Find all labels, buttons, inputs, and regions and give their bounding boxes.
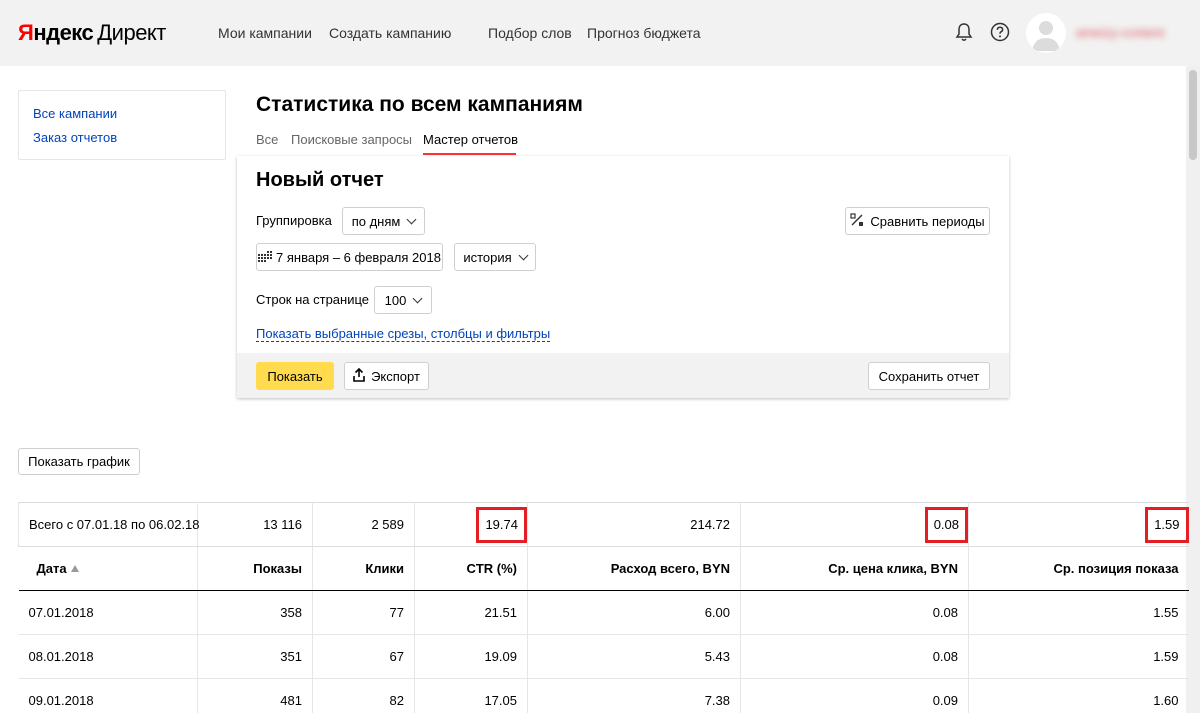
table-row: 07.01.2018 358 77 21.51 6.00 0.08 1.55 xyxy=(18,590,1189,635)
compare-periods-icon xyxy=(850,212,864,230)
sidebar: Все кампании Заказ отчетов xyxy=(18,90,226,160)
top-header: Яндекс Директ Мои кампании Создать кампан… xyxy=(0,0,1200,66)
column-header-date[interactable]: Дата xyxy=(18,546,198,591)
nav-create-campaign[interactable]: Создать кампанию xyxy=(329,24,451,42)
cell-avg-position: 1.55 xyxy=(968,590,1189,635)
cell-ctr: 19.09 xyxy=(414,634,528,679)
cell-spend: 7.38 xyxy=(527,678,741,713)
tab-all[interactable]: Все xyxy=(256,132,278,148)
cell-date: 08.01.2018 xyxy=(18,634,198,679)
column-header-date-label: Дата xyxy=(36,561,67,576)
totals-ctr-cell: 19.74 xyxy=(414,502,528,547)
column-header-impressions[interactable]: Показы xyxy=(197,546,313,591)
column-header-ctr[interactable]: CTR (%) xyxy=(414,546,528,591)
sidebar-item-all-campaigns[interactable]: Все кампании xyxy=(33,106,117,121)
username[interactable]: ameizy-content xyxy=(1076,25,1164,40)
table-row: 09.01.2018 481 82 17.05 7.38 0.09 1.60 xyxy=(18,678,1189,713)
chevron-down-icon xyxy=(406,214,417,224)
chevron-down-icon xyxy=(518,250,529,260)
table-row: 08.01.2018 351 67 19.09 5.43 0.08 1.59 xyxy=(18,634,1189,679)
cell-spend: 6.00 xyxy=(527,590,741,635)
grouping-select[interactable]: по дням xyxy=(342,207,425,235)
cell-avg-cpc: 0.08 xyxy=(740,634,969,679)
bell-icon[interactable] xyxy=(953,21,975,43)
cell-avg-cpc: 0.09 xyxy=(740,678,969,713)
cell-date: 09.01.2018 xyxy=(18,678,198,713)
sidebar-item-order-reports[interactable]: Заказ отчетов xyxy=(33,130,117,145)
show-filters-link[interactable]: Показать выбранные срезы, столбцы и филь… xyxy=(256,326,551,342)
column-header-clicks[interactable]: Клики xyxy=(312,546,415,591)
report-title: Новый отчет xyxy=(256,169,384,191)
cell-clicks: 82 xyxy=(312,678,415,713)
calendar-icon xyxy=(258,250,273,265)
cell-ctr: 21.51 xyxy=(414,590,528,635)
compare-periods-label: Сравнить периоды xyxy=(870,213,985,229)
grouping-value: по дням xyxy=(351,213,401,229)
totals-clicks: 2 589 xyxy=(312,502,415,547)
scrollbar-thumb[interactable] xyxy=(1189,70,1197,160)
export-label: Экспорт xyxy=(371,368,420,384)
cell-impressions: 351 xyxy=(197,634,313,679)
active-tab-indicator xyxy=(423,153,516,155)
tab-report-wizard[interactable]: Мастер отчетов xyxy=(423,132,518,148)
logo-brand: Яндекс xyxy=(18,20,94,45)
help-icon[interactable] xyxy=(989,21,1011,43)
date-range-picker[interactable]: 7 января – 6 февраля 2018 xyxy=(256,243,443,271)
compare-periods-button[interactable]: Сравнить периоды xyxy=(845,207,990,235)
show-chart-button[interactable]: Показать график xyxy=(18,448,140,475)
nav-budget-forecast[interactable]: Прогноз бюджета xyxy=(587,24,701,42)
totals-spend: 214.72 xyxy=(527,502,741,547)
save-report-button[interactable]: Сохранить отчет xyxy=(868,362,990,390)
nav-my-campaigns[interactable]: Мои кампании xyxy=(218,24,312,42)
totals-row: Всего с 07.01.18 по 06.02.18 13 116 2 58… xyxy=(18,502,1189,547)
cell-avg-cpc: 0.08 xyxy=(740,590,969,635)
totals-avg-position-cell: 1.59 xyxy=(968,502,1189,547)
statistics-table: Всего с 07.01.18 по 06.02.18 13 116 2 58… xyxy=(18,502,1189,713)
history-value: история xyxy=(463,249,512,265)
cell-clicks: 77 xyxy=(312,590,415,635)
user-avatar[interactable] xyxy=(1026,13,1066,53)
cell-avg-position: 1.60 xyxy=(968,678,1189,713)
cell-spend: 5.43 xyxy=(527,634,741,679)
cell-clicks: 67 xyxy=(312,634,415,679)
totals-impressions: 13 116 xyxy=(197,502,313,547)
sort-ascending-icon xyxy=(70,565,79,572)
yandex-direct-logo[interactable]: Яндекс Директ xyxy=(18,20,166,46)
show-report-button[interactable]: Показать xyxy=(256,362,334,390)
grouping-label: Группировка xyxy=(256,213,332,228)
history-select[interactable]: история xyxy=(454,243,536,271)
column-header-avg-position[interactable]: Ср. позиция показа xyxy=(968,546,1189,591)
column-header-spend[interactable]: Расход всего, BYN xyxy=(527,546,741,591)
table-header-row: Дата Показы Клики CTR (%) Расход всего, … xyxy=(18,546,1189,591)
logo-product: Директ xyxy=(97,20,166,45)
upload-icon xyxy=(353,367,365,385)
cell-impressions: 358 xyxy=(197,590,313,635)
chevron-down-icon xyxy=(412,293,423,303)
nav-keyword-selection[interactable]: Подбор слов xyxy=(488,24,572,42)
totals-avg-cpc: 0.08 xyxy=(924,506,968,543)
tab-search-queries[interactable]: Поисковые запросы xyxy=(291,132,412,148)
export-button[interactable]: Экспорт xyxy=(344,362,429,390)
page-title: Статистика по всем кампаниям xyxy=(256,93,583,116)
report-actions-bar: Показать Экспорт Сохранить отчет xyxy=(237,353,1009,398)
cell-impressions: 481 xyxy=(197,678,313,713)
cell-date: 07.01.2018 xyxy=(18,590,198,635)
column-header-avg-cpc[interactable]: Ср. цена клика, BYN xyxy=(740,546,969,591)
date-range-value: 7 января – 6 февраля 2018 xyxy=(276,249,441,265)
cell-avg-position: 1.59 xyxy=(968,634,1189,679)
report-builder-card: Новый отчет Группировка по дням Сравнить… xyxy=(237,156,1009,398)
totals-avg-cpc-cell: 0.08 xyxy=(740,502,969,547)
rows-per-page-label: Строк на странице xyxy=(256,292,370,307)
totals-avg-position: 1.59 xyxy=(1145,506,1189,543)
cell-ctr: 17.05 xyxy=(414,678,528,713)
totals-ctr: 19.74 xyxy=(476,506,527,543)
totals-label: Всего с 07.01.18 по 06.02.18 xyxy=(18,502,200,547)
rows-per-page-value: 100 xyxy=(384,292,407,308)
rows-per-page-select[interactable]: 100 xyxy=(374,286,432,314)
